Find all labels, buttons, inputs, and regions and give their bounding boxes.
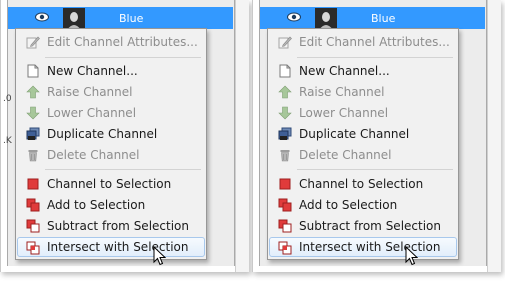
menu-item-label: Lower Channel: [299, 106, 389, 120]
menu-item-lower-channel[interactable]: Lower Channel: [270, 103, 456, 123]
context-menu: Edit Channel Attributes... New Channel..…: [267, 28, 459, 260]
edit-icon: [26, 36, 40, 49]
menu-item-label: Lower Channel: [47, 106, 137, 120]
menu-item-label: Subtract from Selection: [299, 219, 441, 233]
menu-separator: [297, 57, 453, 58]
menu-separator: [45, 169, 201, 170]
menu-item-raise-channel[interactable]: Raise Channel: [270, 82, 456, 102]
arrow-up-icon: [278, 85, 292, 99]
menu-item-label: Duplicate Channel: [299, 127, 410, 141]
duplicate-icon: [26, 127, 40, 140]
menu-item-delete-channel[interactable]: Delete Channel: [18, 145, 204, 165]
edge-label: .0: [3, 94, 12, 104]
arrow-down-icon: [278, 106, 292, 120]
menu-item-label: Channel to Selection: [299, 177, 424, 191]
new-page-icon: [27, 64, 39, 78]
new-page-icon: [279, 64, 291, 78]
menu-item-edit-channel-attributes[interactable]: Edit Channel Attributes...: [270, 32, 456, 52]
menu-item-subtract-from-selection[interactable]: Subtract from Selection: [18, 216, 204, 236]
eye-icon[interactable]: [287, 12, 301, 22]
trash-icon: [28, 150, 38, 162]
menu-item-edit-channel-attributes[interactable]: Edit Channel Attributes...: [18, 32, 204, 52]
menu-item-label: Raise Channel: [299, 85, 385, 99]
menu-item-duplicate-channel[interactable]: Duplicate Channel: [270, 124, 456, 144]
menu-item-label: Edit Channel Attributes...: [47, 35, 198, 49]
menu-item-new-channel[interactable]: New Channel...: [270, 61, 456, 81]
menu-item-label: Channel to Selection: [47, 177, 172, 191]
menu-item-lower-channel[interactable]: Lower Channel: [18, 103, 204, 123]
menu-item-raise-channel[interactable]: Raise Channel: [18, 82, 204, 102]
menu-item-label: Intersect with Selection: [47, 240, 189, 254]
channels-panel-left: Blue .0 .K Edit Channel Attributes... Ne…: [0, 0, 249, 272]
arrow-down-icon: [26, 106, 40, 120]
mouse-cursor-icon: [153, 246, 166, 266]
mouse-cursor-icon: [405, 246, 418, 266]
menu-item-label: Add to Selection: [47, 198, 146, 212]
menu-item-label: New Channel...: [47, 64, 138, 78]
menu-item-channel-to-selection[interactable]: Channel to Selection: [270, 174, 456, 194]
menu-item-label: Subtract from Selection: [47, 219, 189, 233]
menu-item-label: Add to Selection: [299, 198, 398, 212]
eye-icon[interactable]: [35, 12, 49, 22]
menu-item-intersect-with-selection[interactable]: Intersect with Selection: [17, 237, 205, 257]
subtract-selection-icon: [26, 219, 40, 233]
channel-name: Blue: [119, 12, 144, 25]
context-menu: Edit Channel Attributes... New Channel..…: [15, 28, 207, 260]
menu-separator: [45, 57, 201, 58]
add-selection-icon: [26, 198, 40, 212]
menu-item-add-to-selection[interactable]: Add to Selection: [18, 195, 204, 215]
duplicate-icon: [278, 127, 292, 140]
channel-name: Blue: [371, 12, 396, 25]
menu-item-subtract-from-selection[interactable]: Subtract from Selection: [270, 216, 456, 236]
edit-icon: [278, 36, 292, 49]
trash-icon: [280, 150, 290, 162]
channel-to-selection-icon: [27, 178, 39, 190]
menu-item-label: Delete Channel: [299, 148, 392, 162]
menu-item-channel-to-selection[interactable]: Channel to Selection: [18, 174, 204, 194]
menu-item-add-to-selection[interactable]: Add to Selection: [270, 195, 456, 215]
menu-item-label: Duplicate Channel: [47, 127, 158, 141]
menu-item-label: Edit Channel Attributes...: [299, 35, 450, 49]
channel-thumbnail: [63, 8, 85, 30]
menu-item-label: Intersect with Selection: [299, 240, 441, 254]
intersect-selection-icon: [26, 241, 40, 255]
menu-item-label: New Channel...: [299, 64, 390, 78]
menu-item-label: Delete Channel: [47, 148, 140, 162]
menu-item-label: Raise Channel: [47, 85, 133, 99]
menu-separator: [297, 169, 453, 170]
channels-panel-right: Blue Edit Channel Attributes... New Chan…: [252, 0, 501, 272]
menu-item-delete-channel[interactable]: Delete Channel: [270, 145, 456, 165]
scrollbar-gutter[interactable]: [235, 0, 249, 272]
menu-item-new-channel[interactable]: New Channel...: [18, 61, 204, 81]
subtract-selection-icon: [278, 219, 292, 233]
channel-thumbnail: [315, 8, 337, 30]
arrow-up-icon: [26, 85, 40, 99]
menu-item-intersect-with-selection[interactable]: Intersect with Selection: [269, 237, 457, 257]
add-selection-icon: [278, 198, 292, 212]
channel-to-selection-icon: [279, 178, 291, 190]
menu-item-duplicate-channel[interactable]: Duplicate Channel: [18, 124, 204, 144]
intersect-selection-icon: [278, 241, 292, 255]
scrollbar-gutter[interactable]: [487, 0, 501, 272]
edge-label: .K: [3, 136, 12, 146]
